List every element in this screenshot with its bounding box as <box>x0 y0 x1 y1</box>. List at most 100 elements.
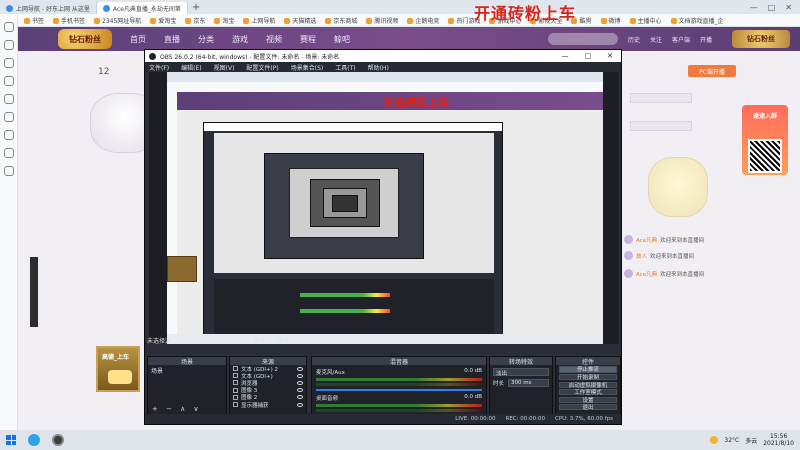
bookmark-label: 天猫精选 <box>292 17 317 25</box>
chat-text: 欢迎来到本直播间 <box>650 253 695 260</box>
menu-profile[interactable]: 配置文件(P) <box>246 63 278 72</box>
eye-icon[interactable] <box>297 366 303 371</box>
virtual-camera-button[interactable]: 启动虚拟摄像机 <box>559 381 617 389</box>
bookmark-item[interactable]: 天猫精选 <box>284 16 316 25</box>
windows-start-icon[interactable] <box>6 435 16 445</box>
bookmark-item[interactable]: 书签 <box>24 16 44 25</box>
filters-button[interactable]: 滤镜 <box>277 338 289 345</box>
minimize-button[interactable]: — <box>750 3 758 12</box>
nav-schedule[interactable]: 赛程 <box>300 34 316 45</box>
chat-tab[interactable] <box>630 93 692 103</box>
bookmark-item[interactable]: 文档游戏直播_企 <box>670 16 724 25</box>
controls-title: 控件 <box>556 357 620 366</box>
obs-preview[interactable]: 开通砖粉上车 <box>149 72 619 344</box>
pc-live-button[interactable]: PC端开播 <box>688 65 736 77</box>
user-badge-icon <box>624 251 633 260</box>
duration-label: 时长 <box>493 381 505 387</box>
site-logo[interactable]: 钻石粉丝 <box>58 29 112 49</box>
maximize-button[interactable]: □ <box>768 3 776 12</box>
download-icon[interactable] <box>3 166 14 176</box>
bookmark-item[interactable]: 淘宝 <box>214 16 234 25</box>
track-db: 0.0 dB <box>464 368 482 374</box>
bookmark-item[interactable]: 京东 <box>185 16 205 25</box>
nav-history[interactable]: 历史 <box>628 35 640 44</box>
new-tab-button[interactable]: + <box>192 2 200 13</box>
chat-username[interactable]: Ace凡典 <box>636 236 657 244</box>
bookmark-item[interactable]: 上网导航 <box>243 16 275 25</box>
bookmark-item[interactable]: 爱淘宝 <box>150 16 176 25</box>
clock[interactable]: 15:56 2021/8/10 <box>763 433 794 447</box>
settings-button[interactable]: 设置 <box>559 396 617 404</box>
eye-icon[interactable] <box>297 373 303 378</box>
bookmark-item[interactable]: 2345网址导航 <box>94 16 141 25</box>
close-button[interactable]: ✕ <box>785 3 792 12</box>
menu-view[interactable]: 视图(V) <box>214 63 235 72</box>
menu-edit[interactable]: 编辑(E) <box>181 63 201 72</box>
chat-icon[interactable] <box>3 130 14 140</box>
eye-icon[interactable] <box>297 380 303 385</box>
obs-close-button[interactable]: ✕ <box>607 52 613 60</box>
nav-home[interactable]: 首页 <box>130 34 146 45</box>
bookmark-label: 企鹅电竞 <box>415 17 440 25</box>
thumbnail-text: 高德_上车 <box>102 354 130 361</box>
room-count: 12 <box>98 67 110 77</box>
browser-tab-nav[interactable]: 上网导航 - 好东上网 从这里 <box>0 2 97 14</box>
nav-client[interactable]: 客户端 <box>672 35 690 44</box>
promo-banner[interactable]: 速速入群 <box>742 105 788 175</box>
menu-help[interactable]: 帮助(H) <box>368 63 389 72</box>
volume-slider[interactable] <box>316 389 482 391</box>
start-recording-button[interactable]: 开始录制 <box>559 373 617 381</box>
nav-category[interactable]: 分类 <box>198 34 214 45</box>
chat-username[interactable]: 旅人 <box>636 252 647 260</box>
duration-input[interactable]: 300 ms <box>508 379 549 387</box>
obs-taskbar-icon[interactable] <box>52 434 64 446</box>
eye-icon[interactable] <box>297 388 303 393</box>
bookmark-item[interactable]: 企鹅电竞 <box>407 16 439 25</box>
bookmark-icon <box>325 18 332 24</box>
menu-tools[interactable]: 工具(T) <box>335 63 355 72</box>
nav-games[interactable]: 游戏 <box>232 34 248 45</box>
bookmark-icon <box>629 18 636 24</box>
app-icon[interactable] <box>3 112 14 122</box>
exit-button[interactable]: 退出 <box>559 404 617 411</box>
mail-icon[interactable] <box>3 76 14 86</box>
obs-maximize-button[interactable]: □ <box>585 52 592 60</box>
nav-start-live[interactable]: 开播 <box>700 35 712 44</box>
nav-follow[interactable]: 关注 <box>650 35 662 44</box>
eye-icon[interactable] <box>297 402 303 407</box>
menu-scene-collection[interactable]: 场景集合(S) <box>291 63 324 72</box>
scenes-toolbar[interactable]: + − ∧ ∨ <box>152 405 202 413</box>
bookmark-label: 腾讯视频 <box>374 17 399 25</box>
fan-badge[interactable]: 钻石粉丝 <box>732 30 790 48</box>
bookmark-item[interactable]: 主播中心 <box>629 16 662 25</box>
nav-forum[interactable]: 鲸吧 <box>334 34 350 45</box>
eye-icon[interactable] <box>297 395 303 400</box>
browser-taskbar-icon[interactable] <box>28 434 40 446</box>
browser-tab-live[interactable]: Ace凡典直播_永劫无间第 <box>96 2 188 14</box>
search-icon[interactable] <box>3 58 14 68</box>
note-icon[interactable] <box>3 94 14 104</box>
stop-streaming-button[interactable]: 停止推流 <box>559 366 617 373</box>
game-icon[interactable] <box>3 148 14 158</box>
preview-nested-obs <box>203 122 503 344</box>
bookmark-item[interactable]: 手机书签 <box>53 16 85 25</box>
history-icon[interactable] <box>3 40 14 50</box>
bookmark-item[interactable]: 京东商城 <box>325 16 357 25</box>
source-item[interactable]: 显示器捕获 <box>230 401 306 409</box>
studio-mode-button[interactable]: 工作室模式 <box>559 389 617 396</box>
transition-select[interactable]: 淡出 <box>493 368 549 377</box>
site-search-input[interactable] <box>547 33 618 45</box>
nav-live[interactable]: 直播 <box>164 34 180 45</box>
obs-minimize-button[interactable]: — <box>562 52 569 60</box>
nav-video[interactable]: 视频 <box>266 34 282 45</box>
chat-tab[interactable] <box>630 121 692 131</box>
bookmark-item[interactable]: 腾讯视频 <box>366 16 398 25</box>
bookmark-icon <box>214 18 221 24</box>
scene-item[interactable]: 场景 <box>148 365 226 376</box>
chat-username[interactable]: Ace凡典 <box>636 270 657 278</box>
bookmark-item[interactable]: 微博 <box>600 16 621 25</box>
properties-button[interactable]: 属性 <box>253 338 265 345</box>
bookmark-label: 书签 <box>32 17 45 25</box>
bookmark-icon[interactable] <box>3 22 14 32</box>
menu-file[interactable]: 文件(F) <box>149 63 169 72</box>
